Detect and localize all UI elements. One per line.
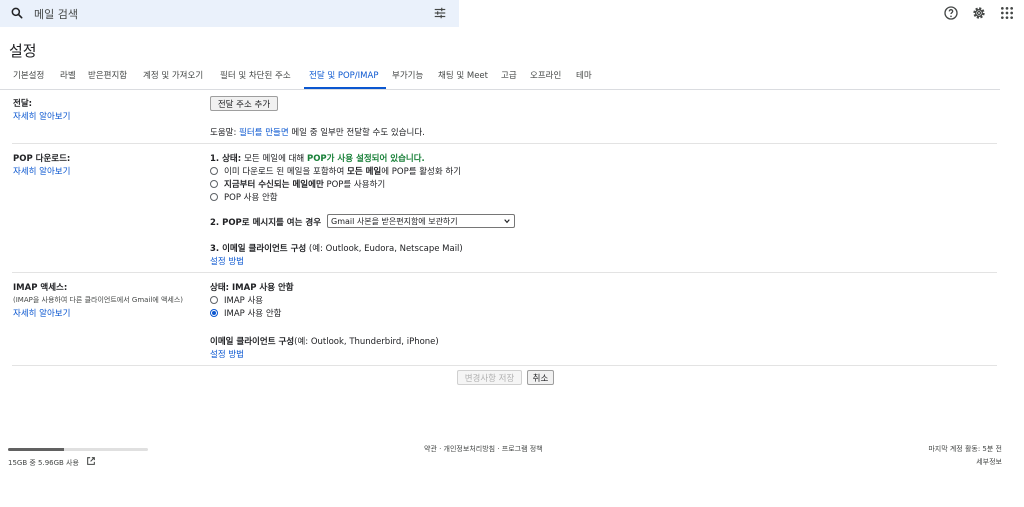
pop-all-mail-radio[interactable] [210, 167, 218, 175]
cancel-button[interactable]: 취소 [527, 370, 554, 385]
add-forwarding-address-button[interactable]: 전달 주소 추가 [210, 96, 278, 111]
activity-details-link[interactable]: 세부정보 [976, 457, 1002, 467]
pop-step3: 3. 이메일 클라이언트 구성 (예: Outlook, Eudora, Net… [210, 242, 463, 254]
pop-from-now-radio[interactable] [210, 180, 218, 188]
tabs-divider [0, 89, 1000, 90]
imap-enable-radio[interactable] [210, 296, 218, 304]
tab-accounts-import[interactable]: 계정 및 가져오기 [143, 69, 203, 81]
page-title: 설정 [9, 42, 37, 60]
help-icon[interactable] [943, 5, 959, 21]
top-bar: 메일 검색 [0, 0, 1024, 36]
pop-download-label: POP 다운로드: [13, 154, 71, 164]
imap-access-label: IMAP 액세스: [13, 283, 68, 293]
tab-general[interactable]: 기본설정 [13, 69, 44, 81]
imap-disable-option[interactable]: IMAP 사용 안함 [224, 307, 281, 319]
imap-status: 상태: IMAP 사용 안함 [210, 283, 294, 293]
pop-opt1-b: 모든 메일 [347, 167, 382, 177]
pop-action-select[interactable]: Gmail 사본을 받은편지함에 보관하기 [327, 214, 515, 228]
search-box[interactable]: 메일 검색 [0, 0, 459, 27]
pop-opt2-b: POP를 사용하기 [323, 180, 386, 190]
pop-status: 1. 상태: 모든 메일에 대해 POP가 사용 설정되어 있습니다. [210, 152, 425, 164]
save-changes-button[interactable]: 변경사항 저장 [457, 370, 522, 385]
pop-disable-option[interactable]: POP 사용 안함 [224, 191, 278, 203]
pop-setup-link[interactable]: 설정 방법 [210, 255, 244, 267]
settings-icon[interactable] [971, 5, 987, 21]
storage-usage-bar [8, 448, 148, 451]
pop-from-now-option[interactable]: 지금부터 수신되는 메일에만 POP를 사용하기 [224, 178, 385, 190]
imap-learn-more-link[interactable]: 자세히 알아보기 [13, 307, 70, 319]
tab-forwarding-pop-imap[interactable]: 전달 및 POP/IMAP [309, 69, 378, 81]
last-account-activity: 마지막 계정 활동: 5분 전 [928, 445, 1002, 453]
pop-status-enabled: POP가 사용 설정되어 있습니다. [306, 154, 425, 164]
external-link-icon[interactable] [86, 456, 96, 466]
pop-step3-label: 3. 이메일 클라이언트 구성 [210, 244, 307, 254]
pop-step3-example: (예: Outlook, Eudora, Netscape Mail) [306, 244, 463, 254]
section-divider [12, 365, 997, 366]
pop-status-prefix: 1. 상태: [210, 154, 245, 164]
pop-opt1-c: 에 POP를 활성화 하기 [381, 167, 462, 177]
imap-setup-link[interactable]: 설정 방법 [210, 348, 244, 360]
imap-disable-radio[interactable] [210, 309, 218, 317]
tab-advanced[interactable]: 고급 [501, 69, 517, 81]
section-divider [12, 272, 997, 273]
forwarding-tip-suffix: 메일 중 일부만 전달할 수도 있습니다. [288, 128, 425, 138]
imap-subtext: (IMAP을 사용하여 다른 클라이언트에서 Gmail에 액세스) [13, 296, 184, 304]
apps-grid-icon[interactable] [999, 5, 1015, 21]
tab-inbox[interactable]: 받은편지함 [88, 69, 127, 81]
chevron-down-icon [504, 219, 510, 224]
pop-opt2-a: 지금부터 수신되는 메일에만 [224, 180, 324, 190]
tab-addons[interactable]: 부가기능 [392, 69, 423, 81]
filter-options-icon[interactable] [433, 6, 447, 20]
pop-action-select-value: Gmail 사본을 받은편지함에 보관하기 [331, 216, 458, 226]
pop-all-mail-option[interactable]: 이미 다운로드 된 메일을 포함하여 모든 메일에 POP를 활성화 하기 [224, 165, 461, 177]
forwarding-label: 전달: [13, 99, 33, 109]
create-filter-link[interactable]: 필터를 만들면 [239, 128, 289, 138]
forwarding-learn-more-link[interactable]: 자세히 알아보기 [13, 110, 70, 122]
imap-client-config: 이메일 클라이언트 구성(예: Outlook, Thunderbird, iP… [210, 335, 439, 347]
tab-chat-meet[interactable]: 채팅 및 Meet [438, 69, 488, 81]
settings-tabs: 기본설정 라벨 받은편지함 계정 및 가져오기 필터 및 차단된 주소 전달 및… [0, 69, 1000, 89]
pop-disable-radio[interactable] [210, 193, 218, 201]
pop-learn-more-link[interactable]: 자세히 알아보기 [13, 165, 70, 177]
forwarding-tip-prefix: 도움말: [210, 128, 240, 138]
search-input[interactable]: 메일 검색 [34, 6, 78, 22]
imap-client-example: (예: Outlook, Thunderbird, iPhone) [294, 337, 439, 347]
tab-labels[interactable]: 라벨 [60, 69, 76, 81]
pop-step2-label: 2. POP로 메시지를 여는 경우 [210, 218, 322, 228]
forwarding-tip: 도움말: 필터를 만들면 메일 중 일부만 전달할 수도 있습니다. [210, 126, 425, 138]
storage-usage-text: 15GB 중 5.96GB 사용 [8, 459, 79, 467]
tab-themes[interactable]: 테마 [576, 69, 592, 81]
imap-client-label: 이메일 클라이언트 구성 [210, 337, 295, 347]
search-icon[interactable] [10, 6, 24, 20]
tab-filters-blocked[interactable]: 필터 및 차단된 주소 [220, 69, 291, 81]
storage-usage-fill [8, 448, 64, 451]
pop-status-middle: 모든 메일에 대해 [244, 154, 307, 164]
footer-terms-links[interactable]: 약관 · 개인정보처리방침 · 프로그램 정책 [424, 444, 543, 454]
imap-enable-option[interactable]: IMAP 사용 [224, 294, 263, 306]
section-divider [12, 143, 997, 144]
pop-opt1-a: 이미 다운로드 된 메일을 포함하여 [224, 167, 347, 177]
tab-offline[interactable]: 오프라인 [530, 69, 561, 81]
